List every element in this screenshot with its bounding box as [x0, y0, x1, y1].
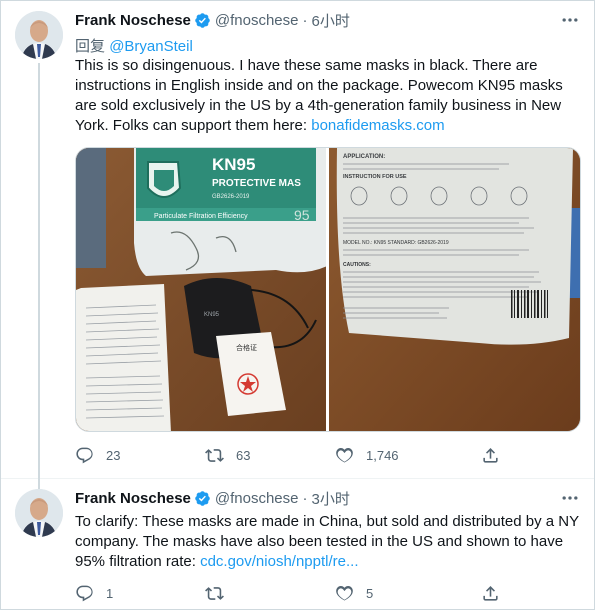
reply-mention-link[interactable]: @BryanSteil [109, 38, 193, 55]
external-link[interactable]: bonafidemasks.com [311, 117, 444, 134]
share-icon [483, 447, 498, 463]
thread-connector [38, 63, 40, 493]
instruction-title: INSTRUCTION FOR USE [343, 174, 407, 180]
tweet-timestamp[interactable]: 6小时 [312, 10, 350, 31]
timeline: Frank Noschese @fnoschese · 6小时 回复 @Brya… [0, 0, 595, 610]
tweet-text: To clarify: These masks are made in Chin… [75, 512, 585, 572]
retweet-icon [205, 448, 224, 462]
tweet-text-line: company. The masks have also been tested… [75, 533, 564, 550]
package-heading: APPLICATION: [343, 154, 385, 160]
reply-prefix: 回复 [75, 38, 106, 55]
retweet-count: 63 [236, 447, 251, 463]
like-button[interactable]: 5 [335, 583, 373, 603]
like-count: 1,746 [366, 447, 399, 463]
reply-count: 1 [106, 585, 114, 601]
tweet-text-segment: 95% filtration rate: [75, 553, 201, 570]
tweet-actions: 23 63 1,746 [75, 445, 515, 465]
share-button[interactable] [481, 445, 512, 465]
model-row: MODEL NO.: KN95 STANDARD: GB2626-2019 [343, 240, 449, 246]
avatar[interactable] [15, 489, 63, 537]
tweet-text-line: instructions in English inside and on th… [75, 77, 563, 94]
tweet-text-line: 95% filtration rate: cdc.gov/niosh/npptl… [75, 552, 585, 572]
tweet-text-line: York. Folks can support them here: bonaf… [75, 116, 585, 136]
photo-package-back[interactable]: APPLICATION: INSTRUCTION FOR USE MODEL N… [329, 148, 580, 431]
retweet-button[interactable]: 63 [205, 445, 250, 465]
external-link[interactable]: cdc.gov/niosh/npptl/re... [200, 553, 358, 570]
reply-button[interactable]: 23 [75, 445, 120, 465]
package-title: KN95 [212, 155, 255, 174]
tweet-header: Frank Noschese @fnoschese · 3小时 [75, 488, 350, 508]
author-name[interactable]: Frank Noschese [75, 490, 191, 507]
tweet-text-segment: York. Folks can support them here: [75, 117, 312, 134]
media-grid: KN95 PROTECTIVE MAS GB2626-2019 Particul… [75, 147, 581, 432]
verified-badge-icon [194, 490, 211, 507]
separator-dot: · [302, 11, 308, 29]
reply-count: 23 [106, 447, 121, 463]
package-subtitle: PROTECTIVE MAS [212, 178, 301, 189]
verified-badge-icon [194, 12, 211, 29]
card-title: 合格证 [236, 343, 257, 352]
tweet-actions: 1 5 [75, 583, 515, 603]
share-button[interactable] [481, 583, 512, 603]
tweet-timestamp[interactable]: 3小时 [312, 488, 350, 509]
tweet[interactable]: Frank Noschese @fnoschese · 3小时 To clari… [1, 479, 594, 609]
reply-context: 回复 @BryanSteil [75, 35, 193, 56]
retweet-button[interactable] [205, 583, 236, 603]
package-band-text: Particulate Filtration Efficiency [154, 213, 248, 220]
cautions-title: CAUTIONS: [343, 262, 371, 268]
like-icon [336, 585, 353, 600]
reply-icon [76, 585, 93, 601]
photo-masks[interactable]: KN95 PROTECTIVE MAS GB2626-2019 Particul… [76, 148, 327, 431]
more-icon[interactable] [560, 488, 582, 508]
tweet-text-line: To clarify: These masks are made in Chin… [75, 513, 580, 530]
like-icon [336, 447, 353, 462]
package-number: 95 [294, 207, 310, 223]
more-icon[interactable] [560, 10, 582, 30]
package-standard: GB2626-2019 [212, 194, 250, 200]
reply-button[interactable]: 1 [75, 583, 113, 603]
mask-print: KN95 [204, 312, 220, 318]
reply-icon [76, 447, 93, 463]
tweet-text: This is so disingenuous. I have these sa… [75, 56, 585, 136]
author-handle[interactable]: @fnoschese [215, 12, 299, 29]
tweet-header: Frank Noschese @fnoschese · 6小时 [75, 10, 350, 30]
author-name[interactable]: Frank Noschese [75, 12, 191, 29]
author-handle[interactable]: @fnoschese [215, 490, 299, 507]
tweet[interactable]: Frank Noschese @fnoschese · 6小时 回复 @Brya… [1, 1, 594, 493]
retweet-icon [205, 586, 224, 600]
like-button[interactable]: 1,746 [335, 445, 399, 465]
tweet-text-line: This is so disingenuous. I have these sa… [75, 57, 538, 74]
avatar[interactable] [15, 11, 63, 59]
share-icon [483, 585, 498, 601]
separator-dot: · [302, 489, 308, 507]
like-count: 5 [366, 585, 374, 601]
tweet-text-line: are sold exclusively in the US by a 4th-… [75, 97, 562, 114]
